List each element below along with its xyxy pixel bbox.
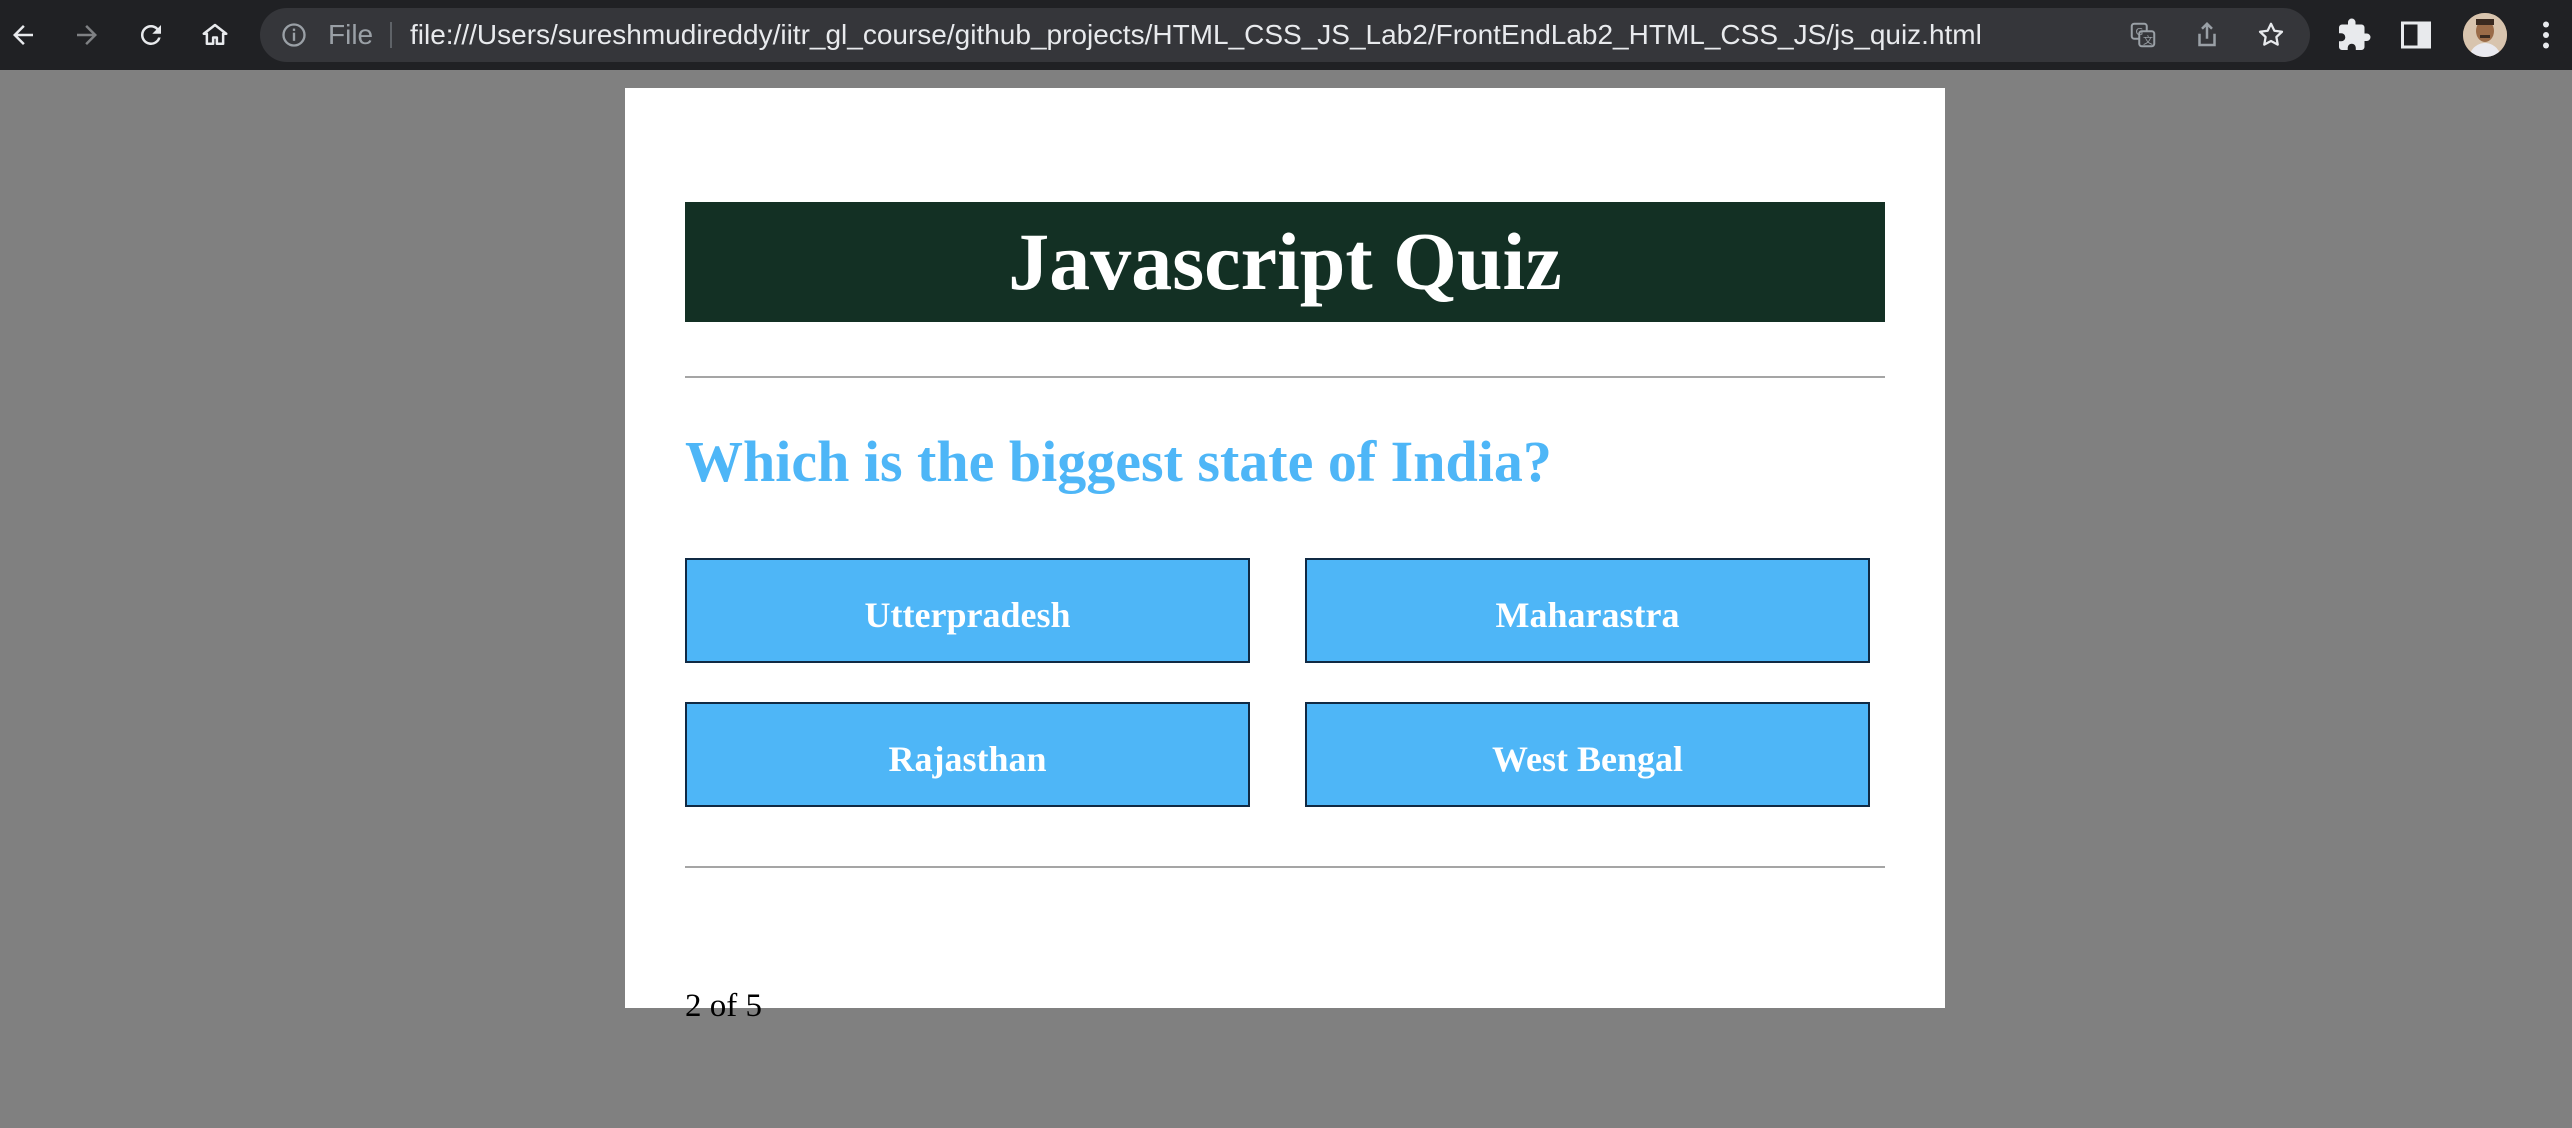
choice-button-3[interactable]: Rajasthan xyxy=(685,702,1250,807)
browser-toolbar: File file:///Users/sureshmudireddy/iitr_… xyxy=(0,0,2572,70)
translate-icon[interactable]: G 文 xyxy=(2128,20,2158,50)
avatar-image xyxy=(2463,13,2507,57)
profile-avatar[interactable] xyxy=(2463,13,2507,57)
top-divider xyxy=(685,376,1885,378)
puzzle-icon[interactable] xyxy=(2336,17,2372,53)
choice-button-1[interactable]: Utterpradesh xyxy=(685,558,1250,663)
choice-button-2[interactable]: Maharastra xyxy=(1305,558,1870,663)
reload-button[interactable] xyxy=(128,12,174,58)
star-icon[interactable] xyxy=(2256,20,2286,50)
reload-icon xyxy=(140,24,161,45)
url-text[interactable]: file:///Users/sureshmudireddy/iitr_gl_co… xyxy=(410,8,2340,62)
home-button[interactable] xyxy=(192,12,238,58)
arrow-left-icon xyxy=(13,25,33,45)
back-button[interactable] xyxy=(0,12,46,58)
omnibox-divider xyxy=(390,22,392,48)
arrow-right-icon xyxy=(77,25,97,45)
scheme-label: File xyxy=(328,19,374,50)
kebab-menu-icon[interactable] xyxy=(2528,17,2564,53)
forward-button[interactable] xyxy=(64,12,110,58)
svg-text:文: 文 xyxy=(2143,34,2153,47)
home-icon xyxy=(202,23,228,45)
quiz-title: Javascript Quiz xyxy=(685,202,1885,322)
quiz-card: Javascript Quiz Which is the biggest sta… xyxy=(625,88,1945,1024)
side-panel-icon[interactable] xyxy=(2398,17,2434,53)
share-icon[interactable] xyxy=(2192,20,2222,50)
question-text: Which is the biggest state of India? xyxy=(685,429,1552,494)
question-progress: 2 of 5 xyxy=(685,988,762,1024)
address-bar[interactable]: File file:///Users/sureshmudireddy/iitr_… xyxy=(260,8,2310,62)
bottom-divider xyxy=(685,866,1885,868)
choice-button-4[interactable]: West Bengal xyxy=(1305,702,1870,807)
info-icon[interactable] xyxy=(280,21,308,49)
